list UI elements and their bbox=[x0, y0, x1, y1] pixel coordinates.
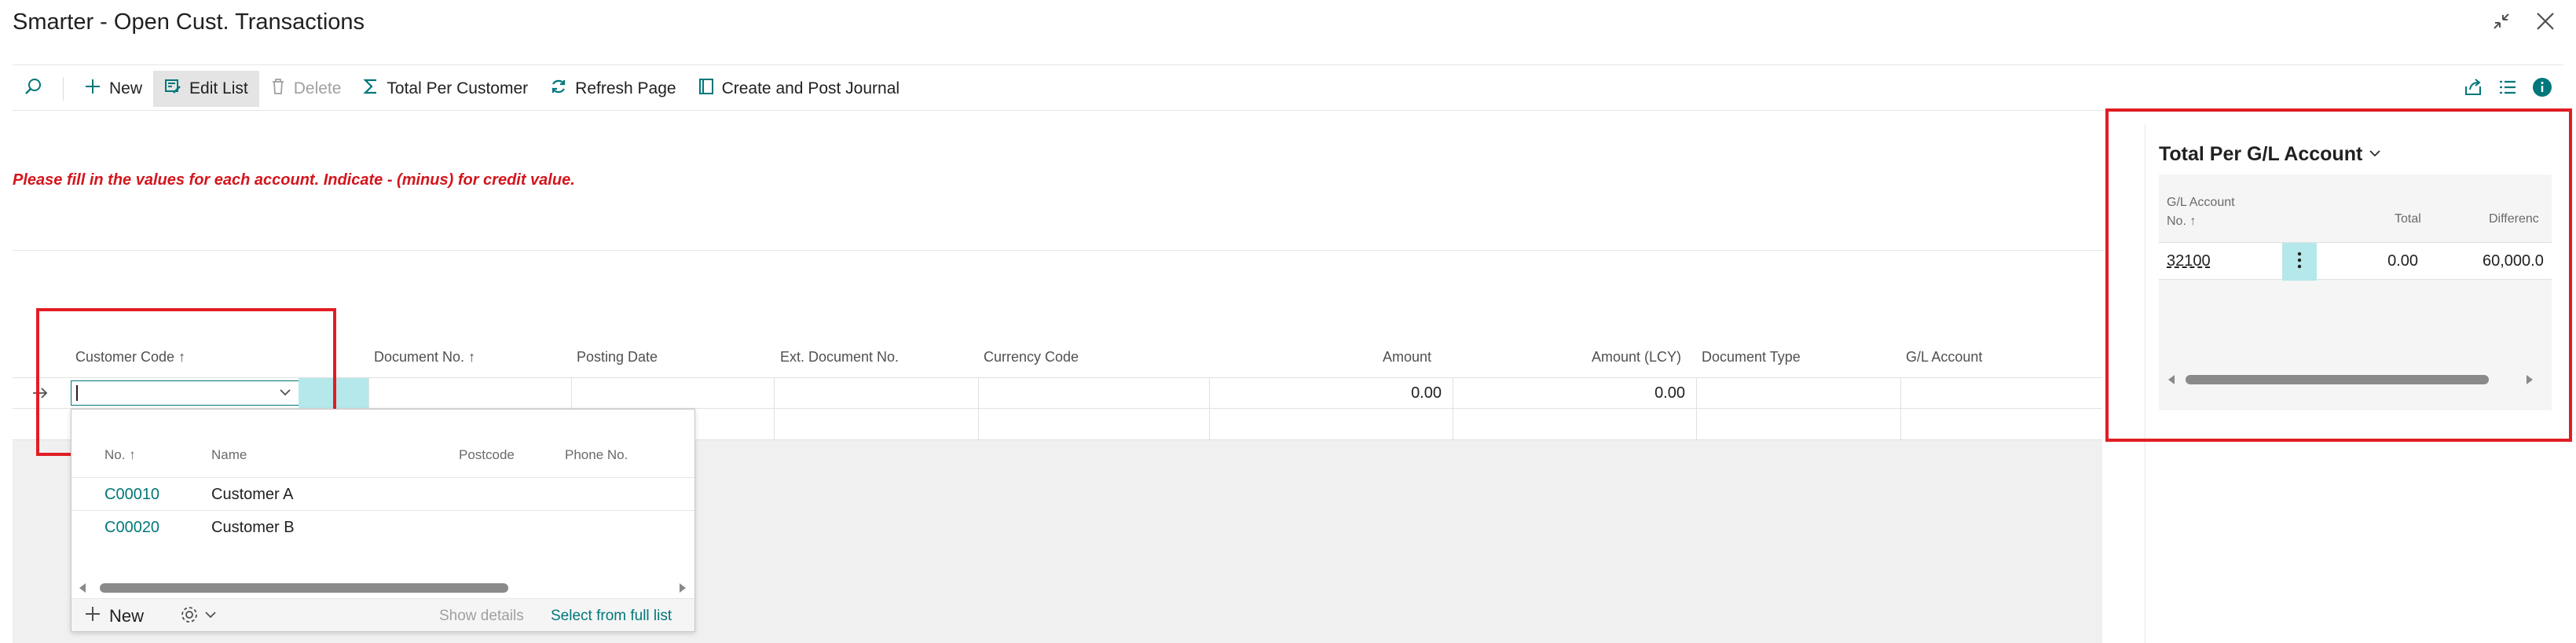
lookup-header-postcode[interactable]: Postcode bbox=[459, 447, 515, 463]
refresh-page-button[interactable]: Refresh Page bbox=[539, 71, 687, 107]
scroll-right-icon[interactable] bbox=[678, 582, 687, 597]
edit-list-button[interactable]: Edit List bbox=[153, 71, 259, 107]
select-full-list-link[interactable]: Select from full list bbox=[551, 608, 672, 625]
lookup-settings-button[interactable] bbox=[180, 605, 218, 628]
lookup-footer: New Show details Select from full list bbox=[71, 598, 694, 631]
lookup-row-name: Customer A bbox=[211, 486, 294, 503]
total-per-customer-button[interactable]: Total Per Customer bbox=[352, 71, 539, 107]
sigma-icon bbox=[363, 78, 379, 100]
show-details-link[interactable]: Show details bbox=[439, 608, 524, 625]
document-type-cell[interactable] bbox=[1697, 378, 1901, 408]
trash-icon bbox=[270, 78, 286, 100]
lookup-header-phone[interactable]: Phone No. bbox=[565, 447, 628, 463]
plus-icon bbox=[84, 78, 101, 100]
search-button[interactable] bbox=[13, 71, 53, 107]
list-item[interactable]: C00010 Customer A bbox=[71, 477, 694, 510]
share-icon[interactable] bbox=[2463, 77, 2483, 101]
column-header-document-type[interactable]: Document Type bbox=[1702, 349, 1801, 366]
total-per-customer-label: Total Per Customer bbox=[387, 79, 529, 97]
edit-list-icon bbox=[164, 78, 181, 100]
plus-icon bbox=[84, 605, 101, 627]
currency-code-cell[interactable] bbox=[979, 378, 1210, 408]
refresh-icon bbox=[550, 78, 567, 100]
toolbar-right bbox=[2463, 71, 2552, 107]
list-item[interactable]: C00020 Customer B bbox=[71, 510, 694, 543]
scroll-left-icon[interactable] bbox=[78, 582, 87, 597]
new-button[interactable]: New bbox=[73, 71, 153, 107]
lookup-new-label: New bbox=[109, 606, 145, 626]
lookup-row-name: Customer B bbox=[211, 519, 295, 536]
divider bbox=[13, 250, 2105, 251]
column-header-currency-code[interactable]: Currency Code bbox=[984, 349, 1079, 366]
column-header-amount[interactable]: Amount bbox=[1383, 349, 1431, 366]
journal-icon bbox=[698, 78, 714, 100]
amount-lcy-cell[interactable] bbox=[1453, 409, 1697, 439]
warning-message: Please fill in the values for each accou… bbox=[13, 171, 575, 189]
amount-lcy-cell[interactable]: 0.00 bbox=[1453, 378, 1697, 408]
chevron-down-icon bbox=[203, 608, 218, 626]
search-icon bbox=[24, 77, 42, 101]
ext-document-no-cell[interactable] bbox=[775, 409, 979, 439]
refresh-page-label: Refresh Page bbox=[575, 79, 676, 97]
currency-code-cell[interactable] bbox=[979, 409, 1210, 439]
column-header-document-no[interactable]: Document No. ↑ bbox=[374, 349, 475, 366]
delete-button[interactable]: Delete bbox=[259, 71, 353, 107]
delete-button-label: Delete bbox=[293, 79, 342, 97]
column-header-amount-lcy[interactable]: Amount (LCY) bbox=[1592, 349, 1681, 366]
lookup-header-no[interactable]: No. ↑ bbox=[104, 447, 136, 463]
page-title: Smarter - Open Cust. Transactions bbox=[13, 9, 365, 35]
customer-lookup-dropdown: No. ↑ Name Postcode Phone No. C00010 Cus… bbox=[71, 409, 695, 632]
document-no-cell[interactable] bbox=[369, 378, 572, 408]
amount-cell[interactable]: 0.00 bbox=[1210, 378, 1453, 408]
divider bbox=[13, 64, 2563, 65]
close-icon[interactable] bbox=[2534, 9, 2557, 33]
action-bar: New Edit List Delete Total Per Customer … bbox=[13, 71, 911, 107]
column-header-posting-date[interactable]: Posting Date bbox=[577, 349, 658, 366]
horizontal-scrollbar[interactable] bbox=[100, 583, 508, 593]
gl-account-cell[interactable] bbox=[1901, 378, 2102, 408]
lookup-row-no[interactable]: C00020 bbox=[104, 519, 159, 537]
gear-icon bbox=[180, 605, 199, 628]
ext-document-no-cell[interactable] bbox=[775, 378, 979, 408]
lookup-row-no[interactable]: C00010 bbox=[104, 486, 159, 504]
posting-date-cell[interactable] bbox=[572, 378, 775, 408]
info-icon[interactable] bbox=[2532, 77, 2552, 101]
column-header-gl-account[interactable]: G/L Account bbox=[1906, 349, 1982, 366]
lookup-new-button[interactable]: New bbox=[84, 605, 144, 627]
toolbar-separator bbox=[63, 77, 64, 101]
new-button-label: New bbox=[109, 79, 143, 97]
highlight-box-factbox bbox=[2105, 108, 2572, 442]
edit-list-button-label: Edit List bbox=[189, 79, 248, 97]
collapse-icon[interactable] bbox=[2490, 9, 2513, 33]
document-type-cell[interactable] bbox=[1697, 409, 1901, 439]
list-view-icon[interactable] bbox=[2497, 77, 2518, 101]
lookup-header-name[interactable]: Name bbox=[211, 447, 247, 463]
amount-cell[interactable] bbox=[1210, 409, 1453, 439]
column-header-ext-document-no[interactable]: Ext. Document No. bbox=[780, 349, 899, 366]
create-post-journal-button[interactable]: Create and Post Journal bbox=[687, 71, 911, 107]
create-post-journal-label: Create and Post Journal bbox=[721, 79, 900, 97]
